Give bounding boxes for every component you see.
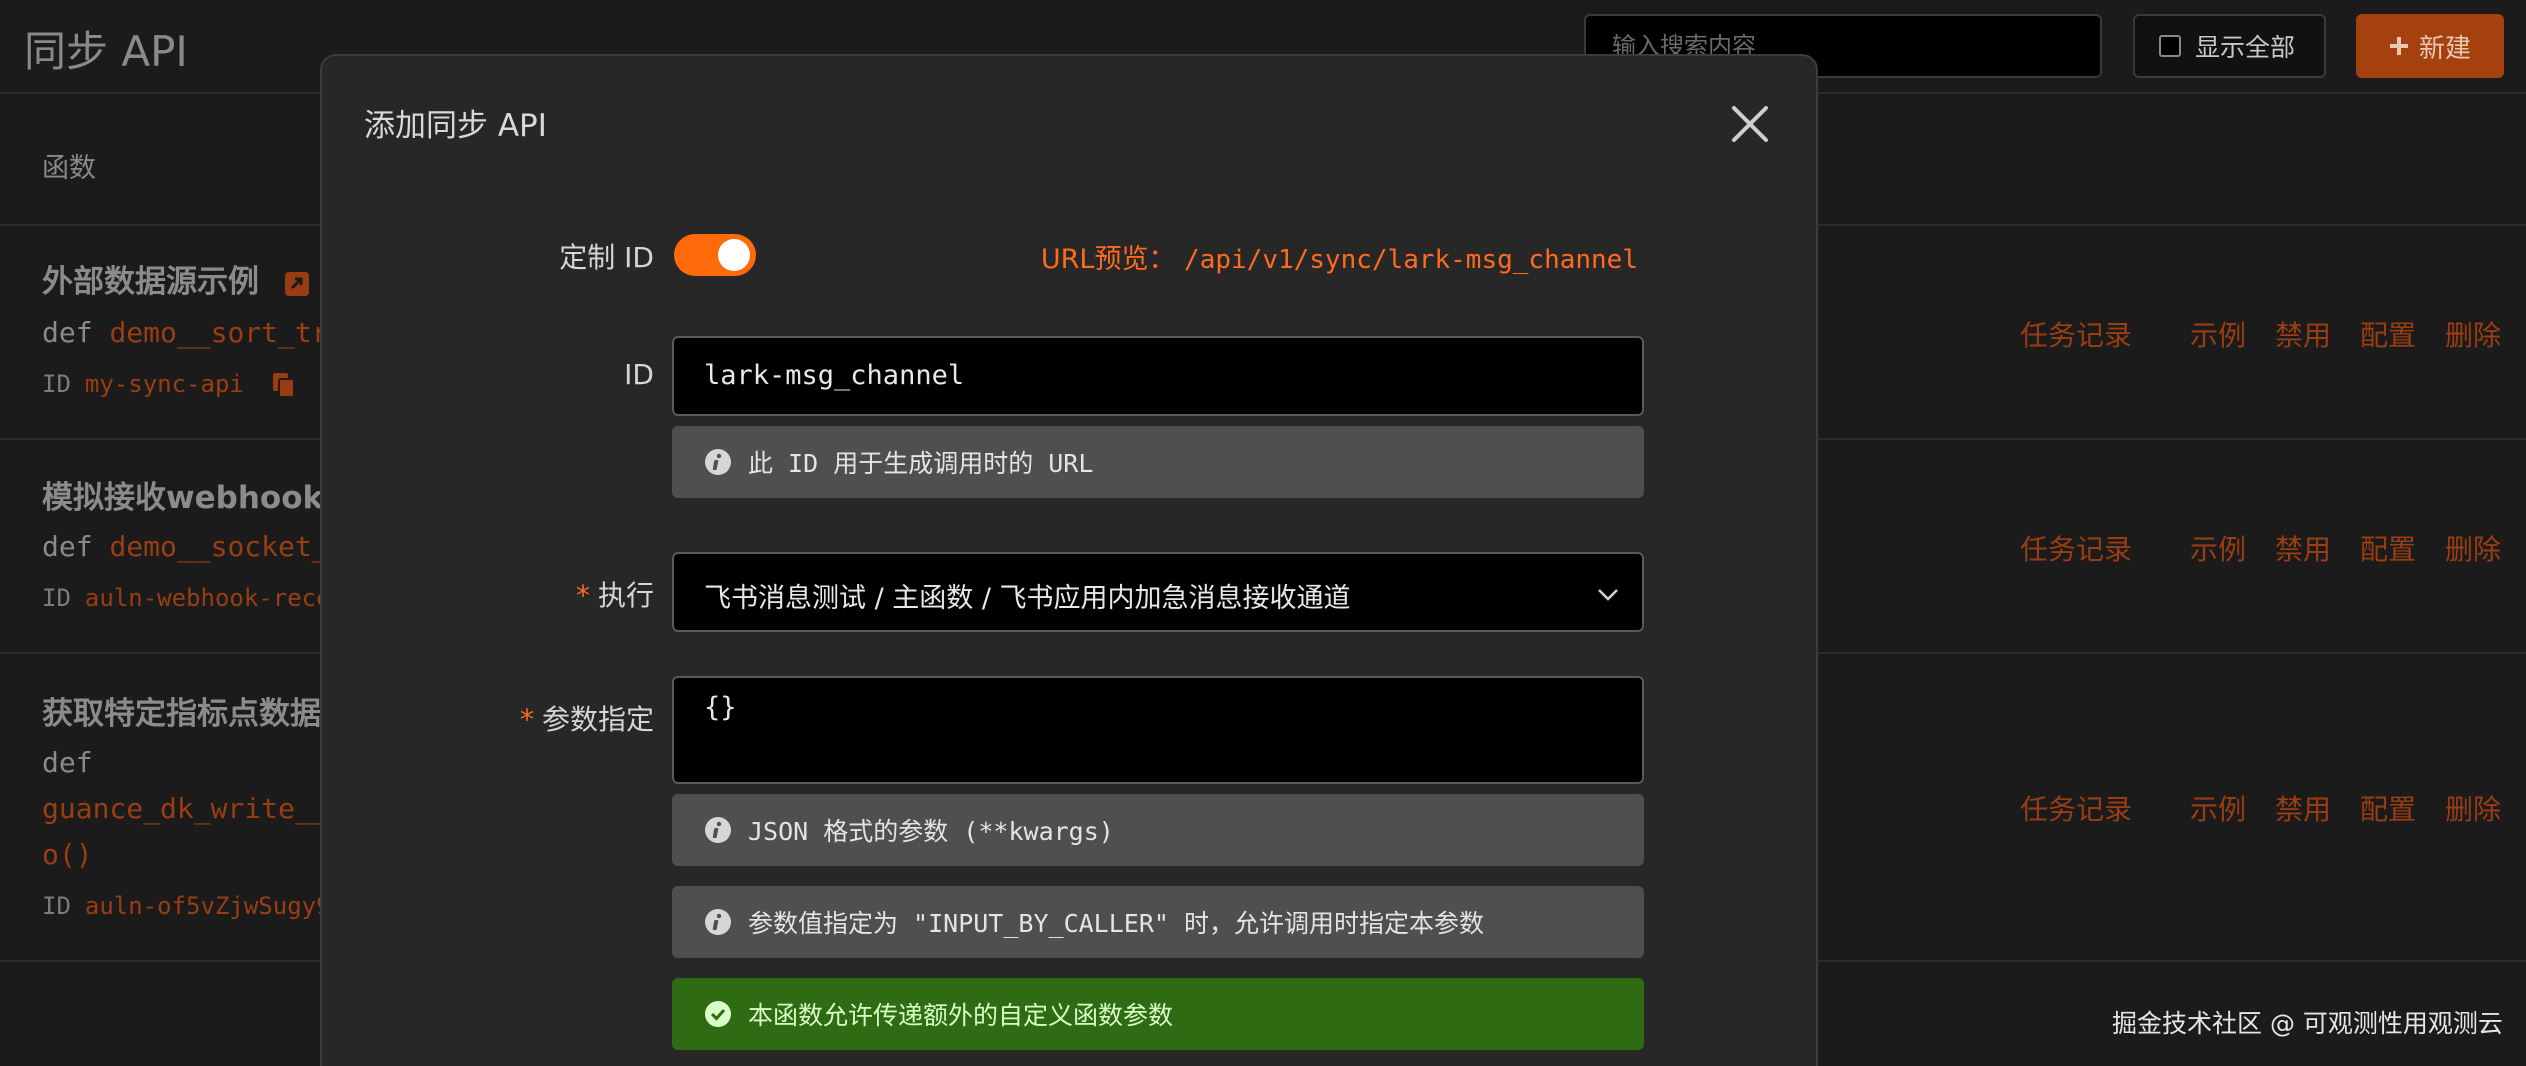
def-keyword: def xyxy=(42,316,93,349)
example-link[interactable]: 示例 xyxy=(2190,528,2246,568)
task-log-link[interactable]: 任务记录 xyxy=(2020,788,2132,828)
row-title[interactable]: 模拟接收webhook xyxy=(42,472,323,517)
id-input-value: lark-msg_channel xyxy=(704,360,965,391)
row-def-keyword: def xyxy=(42,746,93,779)
id-label: ID xyxy=(42,370,71,398)
row-actions: 任务记录 示例 禁用 配置 删除 xyxy=(2020,528,2510,568)
params-hint-text: JSON 格式的参数 (**kwargs) xyxy=(748,817,1114,846)
task-log-link[interactable]: 任务记录 xyxy=(2020,528,2132,568)
params-hint: JSON 格式的参数 (**kwargs) xyxy=(672,794,1644,866)
disable-link[interactable]: 禁用 xyxy=(2275,314,2331,354)
row-actions: 任务记录 示例 禁用 配置 删除 xyxy=(2020,788,2510,828)
delete-link[interactable]: 删除 xyxy=(2445,788,2501,828)
id-label: ID xyxy=(42,584,71,612)
exec-label-text: 执行 xyxy=(597,579,654,612)
delete-link[interactable]: 删除 xyxy=(2445,528,2501,568)
info-icon xyxy=(705,449,731,475)
custom-id-toggle[interactable] xyxy=(674,234,756,276)
copy-icon[interactable] xyxy=(272,372,296,398)
row-def: def demo__socket_t xyxy=(42,530,345,563)
url-preview-value: /api/v1/sync/lark-msg_channel xyxy=(1184,245,1638,275)
disable-link[interactable]: 禁用 xyxy=(2275,788,2331,828)
toggle-knob xyxy=(718,239,750,271)
params-hint-caller: 参数值指定为 "INPUT_BY_CALLER" 时，允许调用时指定本参数 xyxy=(672,886,1644,958)
params-hint-caller-text: 参数值指定为 "INPUT_BY_CALLER" 时，允许调用时指定本参数 xyxy=(748,909,1484,938)
url-preview: URL预览： /api/v1/sync/lark-msg_channel xyxy=(1041,237,1638,276)
function-name: demo__sort_tre xyxy=(109,316,346,349)
example-link[interactable]: 示例 xyxy=(2190,314,2246,354)
delete-link[interactable]: 删除 xyxy=(2445,314,2501,354)
watermark: 掘金技术社区 @ 可观测性用观测云 xyxy=(2112,1009,2503,1038)
id-value: auln-webhook-rece xyxy=(84,584,331,612)
exec-select[interactable]: 飞书消息测试 / 主函数 / 飞书应用内加急消息接收通道 xyxy=(672,552,1644,632)
show-all-checkbox[interactable] xyxy=(2159,35,2181,57)
task-log-link[interactable]: 任务记录 xyxy=(2020,314,2132,354)
id-input[interactable]: lark-msg_channel xyxy=(672,336,1644,416)
row-function-name: guance_dk_write__ xyxy=(42,792,329,825)
config-link[interactable]: 配置 xyxy=(2360,314,2416,354)
id-value: auln-of5vZjwSugy9 xyxy=(84,892,331,920)
check-circle-icon xyxy=(705,1001,731,1027)
required-mark: * xyxy=(519,703,534,736)
show-all-toggle[interactable]: 显示全部 xyxy=(2133,14,2326,78)
function-name: guance_dk_write__ xyxy=(42,792,329,825)
params-label-text: 参数指定 xyxy=(541,703,654,736)
row-id: ID auln-of5vZjwSugy9 xyxy=(42,892,331,920)
def-keyword: def xyxy=(42,530,93,563)
chevron-down-icon xyxy=(1598,589,1618,601)
kwargs-allowed-notice: 本函数允许传递额外的自定义函数参数 xyxy=(672,978,1644,1050)
config-link[interactable]: 配置 xyxy=(2360,788,2416,828)
row-function-name-cont: o() xyxy=(42,838,93,871)
url-preview-label: URL预览： xyxy=(1040,244,1176,275)
exec-field-label: * 执行 xyxy=(576,574,654,614)
column-header-function: 函数 xyxy=(42,153,96,184)
id-hint: 此 ID 用于生成调用时的 URL xyxy=(672,426,1644,498)
row-title[interactable]: 获取特定指标点数据 xyxy=(42,688,321,733)
new-button-label: 新建 xyxy=(2418,33,2471,64)
dialog-title: 添加同步 API xyxy=(364,108,547,144)
add-sync-api-dialog: 添加同步 API 定制 ID URL预览： /api/v1/sync/lark-… xyxy=(320,54,1818,1066)
row-actions: 任务记录 示例 禁用 配置 删除 xyxy=(2020,314,2510,354)
exec-select-value: 飞书消息测试 / 主函数 / 飞书应用内加急消息接收通道 xyxy=(704,583,1351,614)
row-id: ID auln-webhook-rece xyxy=(42,584,331,612)
kwargs-allowed-text: 本函数允许传递额外的自定义函数参数 xyxy=(748,1001,1174,1030)
row-title-text: 外部数据源示例 xyxy=(42,264,259,300)
id-value: my-sync-api xyxy=(84,370,244,398)
id-label: ID xyxy=(42,892,71,920)
function-name-cont: o() xyxy=(42,838,93,871)
show-all-label: 显示全部 xyxy=(2195,33,2296,62)
example-link[interactable]: 示例 xyxy=(2190,788,2246,828)
info-icon xyxy=(705,817,731,843)
custom-id-label: 定制 ID xyxy=(559,241,654,274)
required-mark: * xyxy=(575,579,590,612)
row-def: def demo__sort_tre xyxy=(42,316,345,349)
row-title[interactable]: 外部数据源示例 xyxy=(42,256,310,301)
plus-icon xyxy=(2389,37,2408,55)
new-button[interactable]: 新建 xyxy=(2356,14,2504,78)
params-field-label: * 参数指定 xyxy=(520,698,654,738)
config-link[interactable]: 配置 xyxy=(2360,528,2416,568)
id-hint-text: 此 ID 用于生成调用时的 URL xyxy=(748,449,1094,478)
page-title: 同步 API xyxy=(24,27,188,76)
info-icon xyxy=(705,909,731,935)
row-id: ID my-sync-api xyxy=(42,370,296,398)
function-name: demo__socket_t xyxy=(109,530,346,563)
close-icon[interactable] xyxy=(1726,100,1774,148)
params-textarea-value: {} xyxy=(704,692,737,723)
id-field-label: ID xyxy=(624,358,654,391)
params-textarea[interactable]: {} xyxy=(672,676,1644,784)
disable-link[interactable]: 禁用 xyxy=(2275,528,2331,568)
external-link-icon[interactable] xyxy=(284,271,310,297)
